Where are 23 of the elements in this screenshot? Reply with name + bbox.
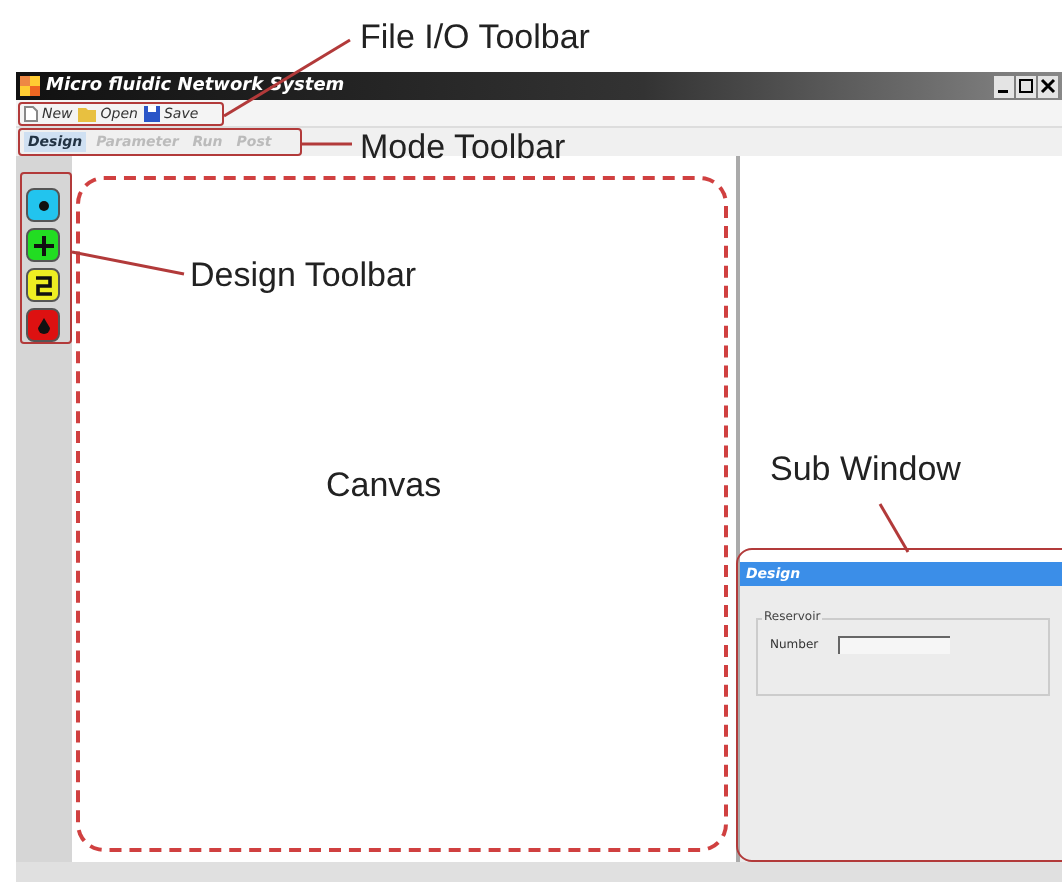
maximize-icon [1018,78,1034,94]
drop-tool-button[interactable] [26,308,60,342]
number-field[interactable] [838,636,951,654]
leader-line [71,250,185,276]
callout-label: Mode Toolbar [360,130,566,164]
callout-label: Design Toolbar [190,258,417,292]
maximize-button[interactable] [1016,75,1036,97]
callout-label: Sub Window [770,452,961,486]
document-icon [24,105,38,121]
plus-icon [31,233,55,257]
close-icon [1040,78,1056,94]
close-button[interactable] [1038,75,1058,97]
minimize-button[interactable] [994,75,1014,97]
dot-tool-button[interactable] [26,188,60,222]
channel-icon [31,273,55,297]
channel-tool-button[interactable] [26,268,60,302]
leader-line [878,503,910,553]
callout-label: File I/O Toolbar [360,20,590,54]
callout-label: Canvas [326,468,442,502]
app-icon [20,76,40,96]
window-title: Micro fluidic Network System [46,76,345,96]
plus-tool-button[interactable] [26,228,60,262]
folder-icon [78,105,97,121]
